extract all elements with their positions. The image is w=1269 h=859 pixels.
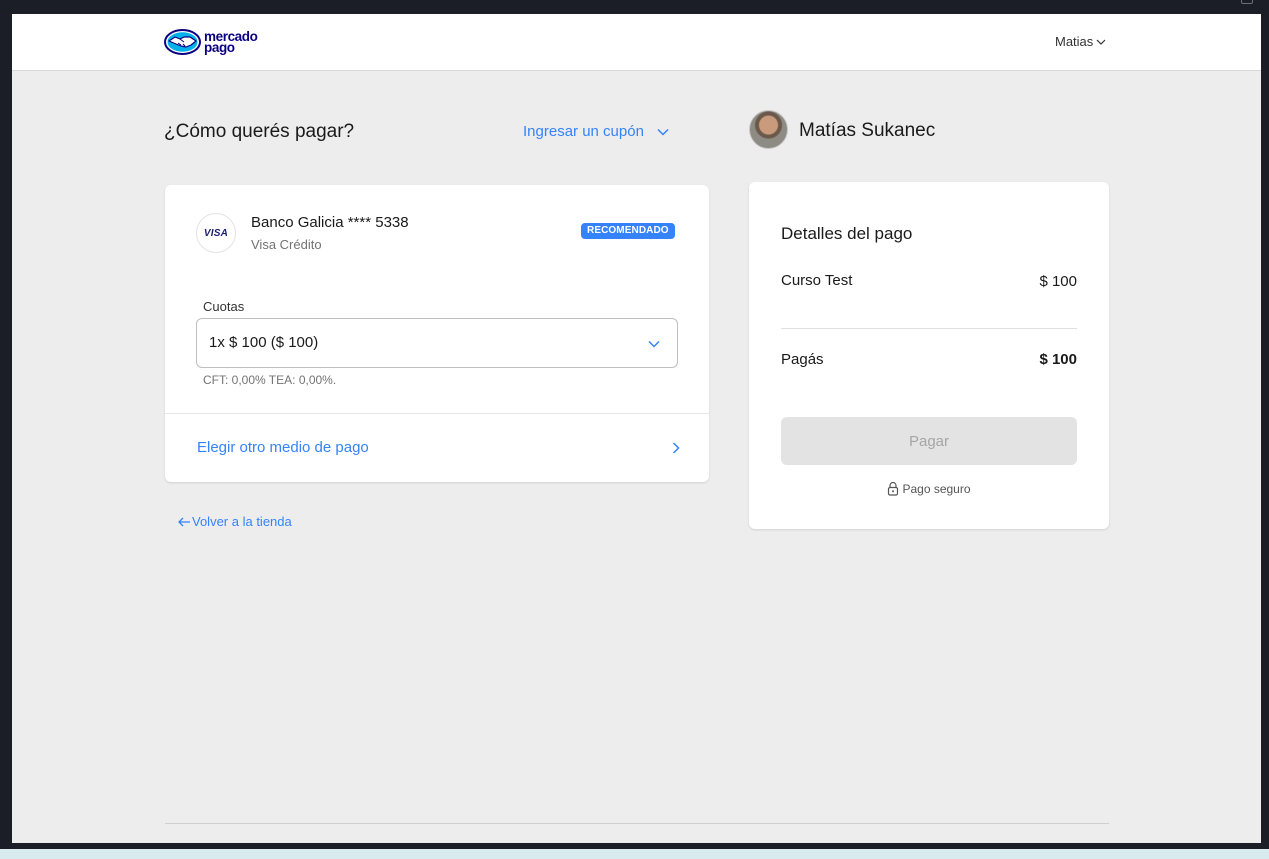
user-menu-label: Matias bbox=[1055, 34, 1094, 49]
other-payment-method-label: Elegir otro medio de pago bbox=[197, 439, 369, 456]
back-to-store-link[interactable]: Volver a la tienda bbox=[177, 514, 292, 529]
logo-text: mercado pago bbox=[204, 30, 258, 55]
payment-details-card: Detalles del pago Curso Test $ 100 Pagás… bbox=[749, 182, 1109, 529]
secure-payment-note: Pago seguro bbox=[749, 481, 1109, 496]
window-icon bbox=[1241, 0, 1253, 4]
chevron-down-icon bbox=[1096, 39, 1106, 45]
total-value: $ 100 bbox=[1039, 351, 1077, 368]
card-type: Visa Crédito bbox=[251, 237, 322, 252]
mercado-pago-logo[interactable]: mercado pago bbox=[164, 27, 264, 57]
os-right-edge bbox=[1261, 14, 1269, 849]
coupon-label: Ingresar un cupón bbox=[523, 123, 644, 140]
other-payment-method-link[interactable]: Elegir otro medio de pago bbox=[165, 414, 709, 482]
installments-value: 1x $ 100 ($ 100) bbox=[209, 334, 319, 351]
item-name: Curso Test bbox=[781, 272, 853, 289]
divider bbox=[781, 328, 1077, 329]
installments-select[interactable]: 1x $ 100 ($ 100) bbox=[196, 318, 678, 368]
arrow-left-icon bbox=[178, 517, 190, 526]
chevron-right-icon bbox=[672, 442, 680, 454]
user-menu[interactable]: Matias bbox=[1055, 34, 1106, 49]
coupon-toggle[interactable]: Ingresar un cupón bbox=[523, 123, 670, 140]
avatar bbox=[749, 110, 788, 149]
item-price: $ 100 bbox=[1039, 273, 1077, 290]
footer-divider bbox=[165, 823, 1109, 824]
secure-payment-label: Pago seguro bbox=[902, 481, 971, 496]
browser-viewport: mercado pago Matias ¿Cómo querés pagar? … bbox=[12, 14, 1261, 843]
card-bank-name: Banco Galicia **** 5338 bbox=[251, 214, 409, 231]
payment-method-card: VISA Banco Galicia **** 5338 Visa Crédit… bbox=[165, 185, 709, 482]
handshake-logo-icon bbox=[164, 29, 201, 55]
lock-icon bbox=[888, 481, 899, 496]
chevron-down-icon bbox=[648, 340, 660, 348]
pay-button[interactable]: Pagar bbox=[781, 417, 1077, 465]
total-label: Pagás bbox=[781, 351, 824, 368]
details-title: Detalles del pago bbox=[781, 224, 913, 243]
recommended-badge: RECOMENDADO bbox=[581, 223, 675, 239]
page-title: ¿Cómo querés pagar? bbox=[164, 121, 355, 142]
installments-note: CFT: 0,00% TEA: 0,00%. bbox=[203, 373, 337, 387]
os-taskbar bbox=[0, 849, 1269, 859]
back-to-store-label: Volver a la tienda bbox=[192, 514, 292, 529]
os-title-bar bbox=[0, 0, 1269, 14]
user-name: Matías Sukanec bbox=[799, 120, 936, 141]
chevron-down-icon bbox=[657, 128, 669, 136]
site-header: mercado pago Matias bbox=[12, 14, 1261, 71]
visa-logo-icon: VISA bbox=[196, 213, 236, 253]
os-left-edge bbox=[0, 14, 12, 849]
installments-label: Cuotas bbox=[203, 299, 245, 314]
